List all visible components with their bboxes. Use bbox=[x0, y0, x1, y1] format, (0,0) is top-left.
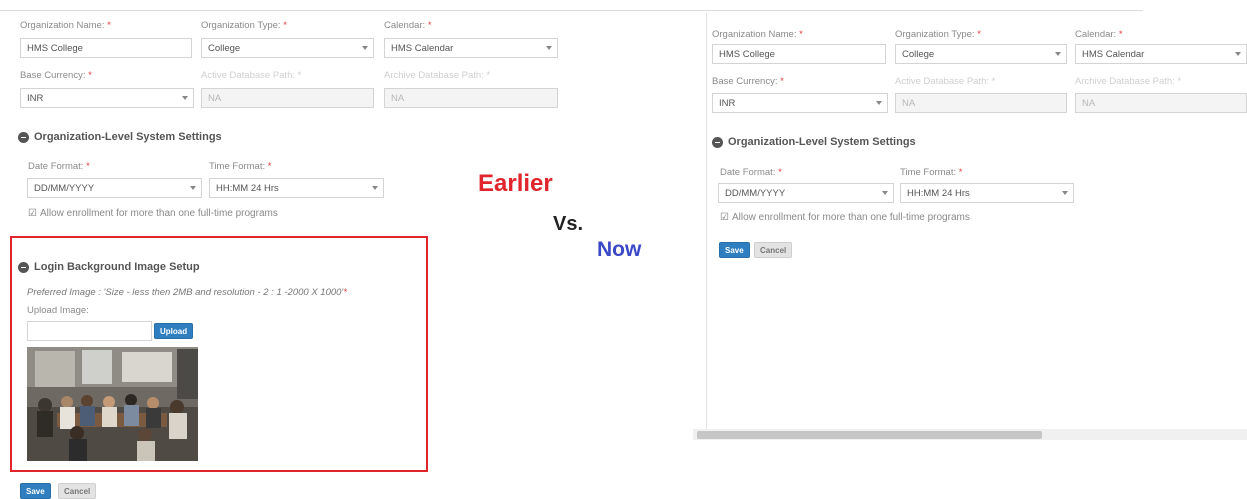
minus-circle-icon bbox=[18, 261, 29, 273]
upload-button[interactable]: Upload bbox=[154, 323, 194, 339]
base-currency-label: Base Currency: * bbox=[20, 70, 92, 81]
active-db-field: NA bbox=[201, 88, 374, 108]
date-format-select[interactable]: DD/MM/YYYY bbox=[27, 178, 202, 198]
chevron-down-icon bbox=[190, 186, 196, 190]
minus-circle-icon bbox=[18, 131, 29, 143]
archive-db-label: Archive Database Path: * bbox=[1075, 76, 1182, 87]
chevron-down-icon bbox=[1235, 52, 1241, 56]
base-currency-label: Base Currency: * bbox=[712, 76, 784, 87]
save-button[interactable]: Save bbox=[20, 483, 51, 499]
active-db-label: Active Database Path: * bbox=[201, 70, 302, 81]
preferred-image-note: Preferred Image : 'Size - less then 2MB … bbox=[27, 287, 347, 298]
base-currency-select[interactable]: INR bbox=[712, 93, 888, 113]
cancel-button[interactable]: Cancel bbox=[58, 483, 97, 499]
active-db-label: Active Database Path: * bbox=[895, 76, 996, 87]
date-format-select[interactable]: DD/MM/YYYY bbox=[718, 183, 894, 203]
time-format-select[interactable]: HH:MM 24 Hrs bbox=[900, 183, 1074, 203]
chevron-down-icon bbox=[362, 46, 368, 50]
login-background-image bbox=[27, 347, 198, 461]
time-format-label: Time Format: * bbox=[209, 161, 272, 172]
calendar-select[interactable]: HMS Calendar bbox=[384, 38, 558, 58]
date-format-label: Date Format: * bbox=[28, 161, 90, 172]
minus-circle-icon bbox=[712, 136, 723, 148]
checkbox-checked-icon[interactable]: ☑ bbox=[28, 208, 37, 219]
chevron-down-icon bbox=[182, 96, 188, 100]
date-format-label: Date Format: * bbox=[720, 167, 782, 178]
archive-db-field: NA bbox=[384, 88, 558, 108]
active-db-field: NA bbox=[895, 93, 1067, 113]
chevron-down-icon bbox=[372, 186, 378, 190]
chevron-down-icon bbox=[1062, 191, 1068, 195]
top-divider bbox=[0, 10, 1143, 11]
vs-caption: Vs. bbox=[553, 213, 584, 235]
org-type-label: Organization Type: * bbox=[201, 20, 287, 31]
time-format-select[interactable]: HH:MM 24 Hrs bbox=[209, 178, 384, 198]
time-format-label: Time Format: * bbox=[900, 167, 963, 178]
system-settings-header[interactable]: Organization-Level System Settings bbox=[18, 131, 222, 143]
login-bg-header[interactable]: Login Background Image Setup bbox=[18, 261, 200, 273]
org-name-field[interactable]: HMS College bbox=[20, 38, 192, 58]
calendar-label: Calendar: * bbox=[1075, 29, 1123, 40]
archive-db-label: Archive Database Path: * bbox=[384, 70, 491, 81]
scrollbar-thumb[interactable] bbox=[697, 431, 1042, 439]
upload-file-field[interactable] bbox=[27, 321, 152, 341]
allow-enrollment-checkbox[interactable]: ☑ Allow enrollment for more than one full… bbox=[720, 212, 970, 223]
chevron-down-icon bbox=[876, 101, 882, 105]
org-name-field[interactable]: HMS College bbox=[712, 44, 886, 64]
cancel-button[interactable]: Cancel bbox=[754, 242, 793, 258]
base-currency-select[interactable]: INR bbox=[20, 88, 194, 108]
now-caption: Now bbox=[597, 238, 642, 261]
earlier-caption: Earlier bbox=[478, 170, 553, 197]
org-type-select[interactable]: College bbox=[201, 38, 374, 58]
org-type-select[interactable]: College bbox=[895, 44, 1067, 64]
org-type-label: Organization Type: * bbox=[895, 29, 981, 40]
org-name-label: Organization Name: * bbox=[20, 20, 111, 31]
calendar-label: Calendar: * bbox=[384, 20, 432, 31]
upload-image-label: Upload Image: bbox=[27, 305, 89, 316]
save-button[interactable]: Save bbox=[719, 242, 750, 258]
chevron-down-icon bbox=[1055, 52, 1061, 56]
checkbox-checked-icon[interactable]: ☑ bbox=[720, 212, 729, 223]
chevron-down-icon bbox=[882, 191, 888, 195]
allow-enrollment-checkbox[interactable]: ☑ Allow enrollment for more than one full… bbox=[28, 208, 278, 219]
archive-db-field: NA bbox=[1075, 93, 1247, 113]
system-settings-header[interactable]: Organization-Level System Settings bbox=[712, 136, 916, 148]
chevron-down-icon bbox=[546, 46, 552, 50]
calendar-select[interactable]: HMS Calendar bbox=[1075, 44, 1247, 64]
org-name-label: Organization Name: * bbox=[712, 29, 803, 40]
